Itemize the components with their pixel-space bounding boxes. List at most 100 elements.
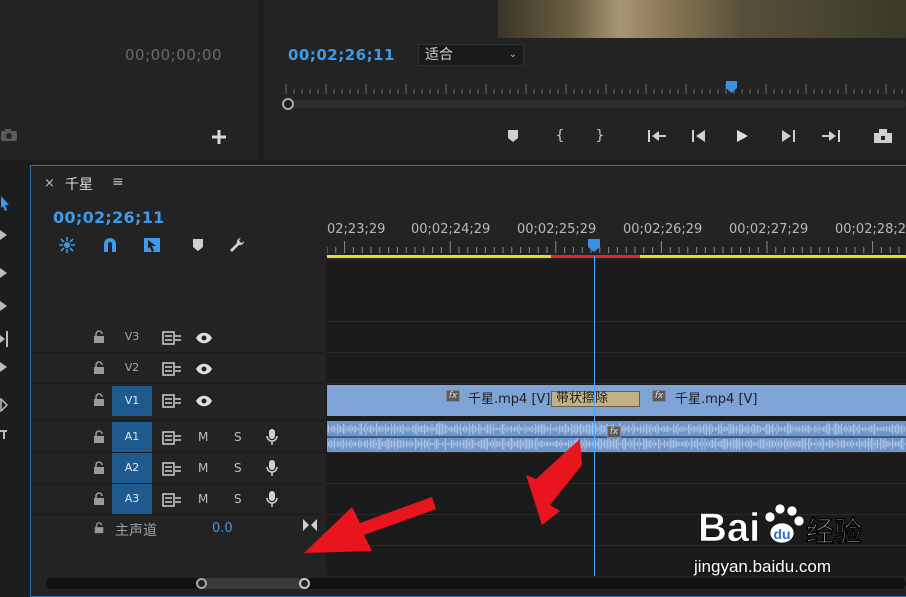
annotation-arrow-icon [304,497,436,553]
track-divider [327,383,906,384]
sequence-tab-name[interactable]: 千星 [65,174,93,194]
hand-tool-icon[interactable] [0,398,8,412]
fx-badge[interactable]: fx [607,426,621,438]
track-header-v3: V3 [32,322,327,353]
track-header-v1: V1 [32,384,327,421]
lock-icon[interactable] [92,492,106,506]
source-timecode[interactable]: 00;00;00;00 [125,46,222,64]
wrench-icon[interactable] [228,236,248,254]
track-divider [327,352,906,353]
timeline-timecode[interactable]: 00;02;26;11 [53,208,165,227]
program-playhead-icon[interactable] [725,80,738,94]
track-divider [327,321,906,322]
track-name[interactable]: A3 [112,484,152,514]
microphone-icon[interactable] [265,428,279,446]
insert-nest-icon[interactable] [57,236,77,254]
playhead-handle-icon[interactable] [587,238,601,253]
ruler-label: 00;02;25;29 [517,222,597,237]
lock-icon[interactable] [93,522,105,534]
camera-icon[interactable] [0,128,18,142]
step-forward-icon[interactable] [779,128,797,144]
master-track-label: 主声道 [115,523,157,539]
mute-button[interactable]: M [198,430,212,444]
track-name[interactable]: V2 [112,353,152,383]
render-bar-red [551,255,640,258]
panel-menu-icon[interactable]: ≡ [112,174,124,190]
watermark-url: jingyan.baidu.com [694,557,832,576]
eye-icon[interactable] [195,395,213,407]
marker-icon[interactable] [506,128,520,144]
sync-lock-icon[interactable] [162,362,182,376]
ripple-tool-icon[interactable] [0,268,8,278]
solo-button[interactable]: S [234,461,248,475]
sync-lock-icon[interactable] [162,462,182,476]
svg-text:Bai: Bai [698,506,760,550]
timeline-scrollbar[interactable] [46,578,906,589]
linked-selection-icon[interactable] [142,236,162,254]
add-marker-icon[interactable] [188,236,208,254]
annotation-arrow-icon [526,439,582,525]
snap-icon[interactable] [100,236,120,254]
sync-lock-icon[interactable] [162,493,182,507]
track-name[interactable]: A1 [112,422,152,452]
transition-clip[interactable]: 带状擦除 [551,391,640,407]
out-point-icon[interactable]: } [589,126,611,146]
work-area-bar[interactable] [640,255,906,258]
export-frame-icon[interactable] [872,127,894,145]
track-divider [327,483,906,484]
scrollbar-left-handle[interactable] [196,578,207,589]
playhead-line[interactable] [594,256,595,576]
ruler-label: 00;02;26;29 [623,222,703,237]
program-zoom-handle[interactable] [282,98,294,110]
fit-dropdown[interactable]: 适合 ⌄ [418,44,524,66]
type-tool-icon[interactable] [0,430,8,440]
mute-button[interactable]: M [198,492,212,506]
track-name[interactable]: V1 [112,386,152,416]
eye-icon[interactable] [195,332,213,344]
program-zoom-scrollbar[interactable] [284,100,906,108]
clip-name: 千星.mp4 [V] [468,392,551,407]
eye-icon[interactable] [195,363,213,375]
razor-tool-icon[interactable] [0,301,8,311]
track-name[interactable]: A2 [112,453,152,483]
master-volume-value[interactable]: 0.0 [212,521,233,536]
close-tab-icon[interactable]: × [44,176,55,191]
lock-icon[interactable] [92,361,106,375]
step-back-icon[interactable] [690,128,708,144]
microphone-icon[interactable] [265,490,279,508]
scrollbar-right-handle[interactable] [299,578,310,589]
track-select-tool-icon[interactable] [0,230,8,240]
in-point-icon[interactable]: { [549,126,571,146]
solo-button[interactable]: S [234,492,248,506]
sync-lock-icon[interactable] [162,331,182,345]
track-header-v2: V2 [32,353,327,384]
selection-tool-icon[interactable] [0,195,10,211]
lock-icon[interactable] [92,461,106,475]
solo-button[interactable]: S [234,430,248,444]
program-timecode[interactable]: 00;02;26;11 [288,46,395,64]
chevron-down-icon: ⌄ [508,49,517,60]
play-icon[interactable] [734,128,750,144]
scrollbar-thumb[interactable] [200,578,308,589]
lock-icon[interactable] [92,393,106,407]
track-header-a2: A2 M S [32,453,327,484]
program-mini-ruler[interactable] [282,80,906,100]
mute-button[interactable]: M [198,461,212,475]
work-area-bar[interactable] [327,255,551,258]
track-header-a3: A3 M S [32,484,327,515]
sync-lock-icon[interactable] [162,394,182,408]
track-name[interactable]: V3 [112,322,152,352]
go-to-in-icon[interactable] [646,128,668,144]
add-button[interactable] [210,128,228,146]
fx-badge[interactable]: fx [652,390,666,402]
pen-tool-icon[interactable] [0,362,8,372]
go-to-out-icon[interactable] [820,128,842,144]
fit-dropdown-value: 适合 [425,47,453,63]
slip-tool-icon[interactable] [0,330,10,348]
microphone-icon[interactable] [265,459,279,477]
track-header-a1: A1 M S [32,422,327,453]
lock-icon[interactable] [92,430,106,444]
fx-badge[interactable]: fx [446,390,460,402]
lock-icon[interactable] [92,330,106,344]
sync-lock-icon[interactable] [162,431,182,445]
